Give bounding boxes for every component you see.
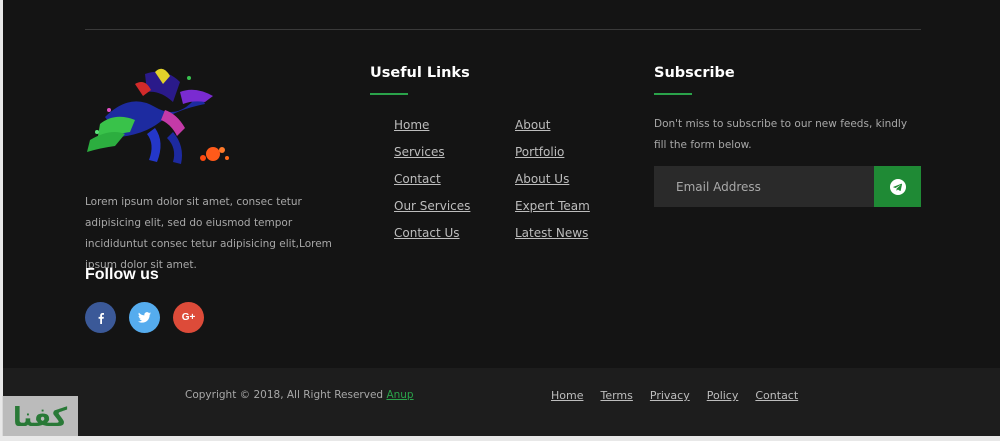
footer-logo	[87, 68, 229, 164]
bottom-nav-privacy[interactable]: Privacy	[650, 389, 690, 402]
bottom-nav-contact[interactable]: Contact	[755, 389, 798, 402]
useful-links-title: Useful Links	[370, 65, 470, 81]
subscribe-button[interactable]	[874, 166, 921, 207]
facebook-button[interactable]	[85, 302, 116, 333]
link-portfolio[interactable]: Portfolio	[515, 145, 564, 159]
bottom-nav-policy[interactable]: Policy	[707, 389, 739, 402]
link-our-services[interactable]: Our Services	[394, 199, 470, 213]
link-contact[interactable]: Contact	[394, 172, 441, 186]
google-plus-button[interactable]: G+	[173, 302, 204, 333]
useful-links-column-b: About Portfolio About Us Expert Team Lat…	[515, 114, 590, 249]
link-home[interactable]: Home	[394, 118, 429, 132]
link-about[interactable]: About	[515, 118, 550, 132]
subscribe-text: Don't miss to subscribe to our new feeds…	[654, 118, 908, 151]
facebook-icon	[98, 312, 104, 324]
copyright-text: Copyright © 2018, All Right Reserved Anu…	[185, 389, 414, 401]
telegram-send-icon	[889, 178, 906, 195]
twitter-button[interactable]	[129, 302, 160, 333]
page-bottom-edge	[0, 436, 1000, 441]
link-about-us[interactable]: About Us	[515, 172, 569, 186]
link-expert-team[interactable]: Expert Team	[515, 199, 590, 213]
follow-us-title: Follow us	[85, 266, 159, 283]
subscribe-underline	[654, 93, 692, 95]
footer-about-text: Lorem ipsum dolor sit amet, consec tetur…	[85, 196, 332, 271]
bottom-nav-home[interactable]: Home	[551, 389, 583, 402]
subscribe-title: Subscribe	[654, 65, 735, 81]
copyright-label: Copyright © 2018, All Right Reserved	[185, 389, 387, 401]
watermark-logo: كفنا	[2, 396, 78, 440]
google-plus-icon: G+	[181, 312, 196, 323]
link-contact-us[interactable]: Contact Us	[394, 226, 460, 240]
link-latest-news[interactable]: Latest News	[515, 226, 588, 240]
bottom-nav: Home Terms Privacy Policy Contact	[551, 389, 798, 402]
copyright-author-link[interactable]: Anup	[386, 389, 413, 401]
link-services[interactable]: Services	[394, 145, 445, 159]
bottom-bar	[3, 368, 1000, 436]
useful-links-column-a: Home Services Contact Our Services Conta…	[394, 114, 470, 249]
top-divider	[85, 29, 921, 30]
email-input[interactable]	[654, 166, 874, 207]
twitter-icon	[138, 312, 151, 323]
bottom-nav-terms[interactable]: Terms	[600, 389, 632, 402]
useful-links-underline	[370, 93, 408, 95]
